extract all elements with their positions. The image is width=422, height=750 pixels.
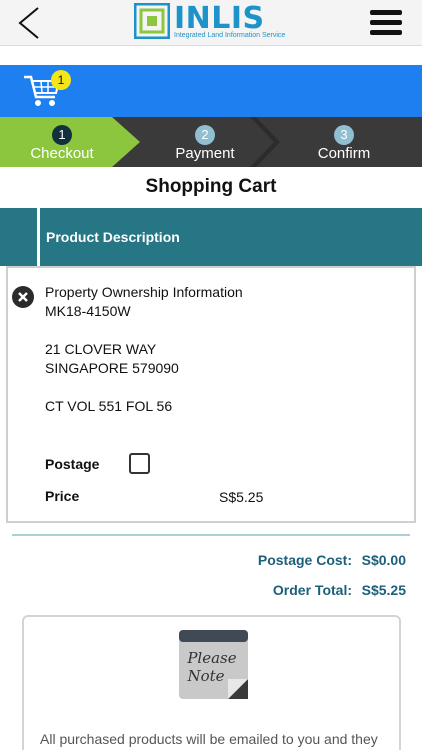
sticky-note-icon: Please Note: [179, 630, 248, 699]
column-divider: [37, 208, 40, 266]
logo-subtitle: Integrated Land Information Service: [174, 32, 286, 39]
order-total-label: Order Total:: [272, 582, 352, 598]
postage-cost-label: Postage Cost:: [257, 552, 352, 568]
inlis-logo: INLIS Integrated Land Information Servic…: [134, 1, 294, 43]
step-number: 3: [334, 125, 354, 145]
postage-checkbox[interactable]: [129, 453, 150, 474]
divider: [12, 534, 410, 536]
remove-circle-x-icon[interactable]: [12, 286, 34, 308]
logo-mark-icon: [134, 3, 170, 39]
cart-bar: 1: [0, 65, 422, 117]
note-text: All purchased products will be emailed t…: [40, 731, 378, 747]
cart-item: Property Ownership Information MK18-4150…: [6, 266, 416, 523]
chevron-left-icon[interactable]: [14, 4, 48, 42]
step-label: Payment: [175, 145, 235, 162]
product-description-header: Product Description: [46, 229, 180, 245]
postage-cost-value: S$0.00: [361, 552, 406, 568]
price-value: S$5.25: [219, 489, 264, 505]
note-icon-line1: Please: [186, 649, 236, 667]
product-name: Property Ownership Information: [45, 284, 243, 300]
step-number: 2: [195, 125, 215, 145]
hamburger-menu-icon[interactable]: [370, 10, 402, 36]
please-note-card: Please Note All purchased products will …: [22, 615, 401, 750]
step-label: Confirm: [317, 145, 371, 162]
page-title: Shopping Cart: [145, 176, 277, 197]
logo-text: INLIS: [174, 1, 265, 36]
note-icon-line2: Note: [186, 667, 224, 685]
postage-label: Postage: [45, 456, 100, 472]
address-line-2: SINGAPORE 579090: [45, 360, 179, 376]
step-label: Checkout: [30, 145, 94, 162]
order-total-value: S$5.25: [361, 582, 406, 598]
cart-table-header: Product Description: [0, 208, 422, 266]
app-header: INLIS Integrated Land Information Servic…: [0, 0, 422, 46]
cart-count-badge: 1: [51, 70, 71, 90]
step-payment[interactable]: 2 Payment: [135, 117, 275, 167]
step-checkout[interactable]: 1 Checkout: [0, 117, 132, 167]
title-reference: CT VOL 551 FOL 56: [45, 398, 173, 414]
product-code: MK18-4150W: [45, 303, 131, 319]
address-line-1: 21 CLOVER WAY: [45, 341, 157, 357]
step-number: 1: [52, 125, 72, 145]
step-confirm[interactable]: 3 Confirm: [274, 117, 414, 167]
price-label: Price: [45, 488, 80, 504]
checkout-steps: 1 Checkout 2 Payment 3 Confirm: [0, 117, 422, 167]
